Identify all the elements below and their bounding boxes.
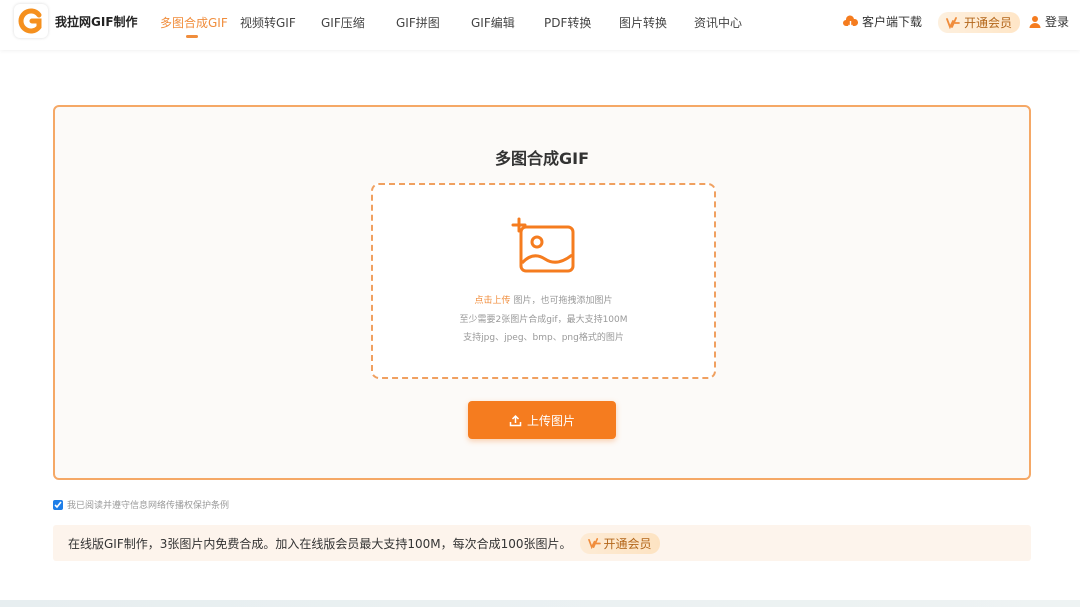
agreement-row[interactable]: 我已阅读并遵守信息网络传播权保护条例 <box>53 498 229 511</box>
upload-card-title: 多图合成GIF <box>494 149 590 168</box>
upload-button-label: 上传图片 <box>526 413 575 428</box>
bottom-strip <box>0 600 1080 607</box>
image-dropzone[interactable]: 点击上传 图片，也可拖拽添加图片 至少需要2张图片合成gif，最大支持100M … <box>371 183 716 379</box>
click-upload-link[interactable]: 点击上传 <box>475 296 511 306</box>
dropzone-hint-line3: 支持jpg、jpeg、bmp、png格式的图片 <box>463 333 624 343</box>
active-tab-indicator <box>186 35 198 38</box>
header-vip-button[interactable]: 开通会员 <box>938 12 1021 33</box>
nav-item-image-convert[interactable]: 图片转换 <box>619 14 667 31</box>
nav-item-multi-image-gif[interactable]: 多图合成GIF <box>160 14 228 31</box>
info-vip-button[interactable]: 开通会员 <box>579 532 660 554</box>
nav-item-video-to-gif[interactable]: 视频转GIF <box>240 14 296 31</box>
site-name[interactable]: 我拉网GIF制作 <box>55 13 138 30</box>
upload-image-button[interactable]: 上传图片 <box>468 401 616 439</box>
nav-item-gif-collage[interactable]: GIF拼图 <box>396 14 440 31</box>
login-label: 登录 <box>1045 15 1070 29</box>
upload-card: 多图合成GIF 点击上传 图片，也可拖拽添加图片 至少需要2张图片合成gif，最… <box>53 105 1031 480</box>
dropzone-hint-line2: 至少需要2张图片合成gif，最大支持100M <box>459 315 628 325</box>
client-download-label: 客户端下载 <box>862 15 923 29</box>
user-icon <box>1029 16 1041 28</box>
dropzone-hint-suffix: 图片，也可拖拽添加图片 <box>513 296 613 306</box>
info-vip-label: 开通会员 <box>603 536 652 551</box>
site-logo[interactable] <box>14 4 48 38</box>
dropzone-hint-line1: 点击上传 图片，也可拖拽添加图片 <box>373 293 714 306</box>
client-download-link[interactable]: 客户端下载 <box>843 13 922 30</box>
nav-item-news-center[interactable]: 资讯中心 <box>694 14 742 31</box>
agreement-checkbox[interactable] <box>53 499 63 510</box>
vip-crown-icon <box>946 16 960 29</box>
nav-item-gif-edit[interactable]: GIF编辑 <box>471 14 515 31</box>
add-image-icon <box>511 217 575 273</box>
nav-item-gif-compress[interactable]: GIF压缩 <box>321 14 365 31</box>
info-bar-text: 在线版GIF制作，3张图片内免费合成。加入在线版会员最大支持100M，每次合成1… <box>68 536 572 551</box>
agreement-label: 我已阅读并遵守信息网络传播权保护条例 <box>67 501 230 511</box>
info-bar: 在线版GIF制作，3张图片内免费合成。加入在线版会员最大支持100M，每次合成1… <box>53 525 1031 561</box>
vip-crown-icon <box>587 537 601 549</box>
header-vip-label: 开通会员 <box>964 16 1013 30</box>
top-header: 我拉网GIF制作 多图合成GIF 视频转GIF GIF压缩 GIF拼图 GIF编… <box>0 0 1080 50</box>
upload-icon <box>509 414 522 426</box>
nav-item-pdf-convert[interactable]: PDF转换 <box>544 14 591 31</box>
cloud-download-icon <box>843 15 858 28</box>
login-link[interactable]: 登录 <box>1029 13 1069 30</box>
